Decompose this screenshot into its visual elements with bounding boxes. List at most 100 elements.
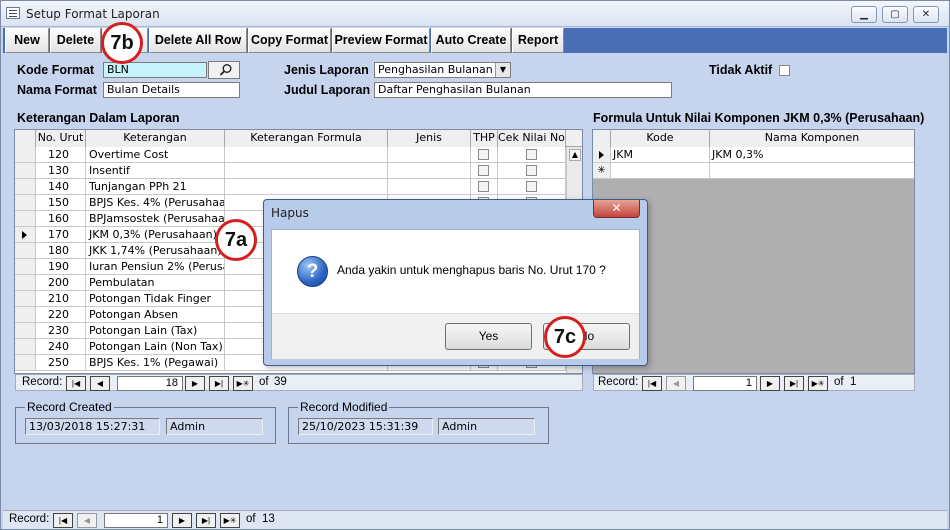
minimize-button[interactable]: ▁ [851, 6, 877, 23]
keterangan-cell[interactable]: Potongan Lain (Non Tax) [86, 339, 225, 355]
formula-row-selector[interactable] [593, 147, 611, 163]
cek-nilai-nol-checkbox[interactable] [526, 165, 537, 176]
row-selector[interactable] [15, 355, 36, 371]
cek-nilai-nol-cell[interactable] [498, 147, 566, 163]
yes-button[interactable]: Yes [445, 323, 532, 350]
prev-record-button[interactable]: ◀ [77, 513, 97, 528]
new-record-button[interactable]: ▶✳ [220, 513, 240, 528]
thp-checkbox[interactable] [478, 181, 489, 192]
no-urut-cell[interactable]: 230 [36, 323, 86, 339]
keterangan-cell[interactable]: Iuran Pensiun 2% (Perusaha [86, 259, 225, 275]
chevron-down-icon[interactable]: ▼ [495, 63, 510, 77]
tidak-aktif-checkbox[interactable] [779, 65, 790, 76]
first-record-button[interactable]: |◀ [66, 376, 86, 391]
cek-nilai-nol-cell[interactable] [498, 163, 566, 179]
row-selector[interactable] [15, 211, 36, 227]
close-button[interactable]: ✕ [913, 6, 939, 23]
nama-format-input[interactable]: Bulan Details [103, 82, 240, 98]
cek-nilai-nol-checkbox[interactable] [526, 181, 537, 192]
keterangan-cell[interactable]: BPJS Kes. 4% (Perusahaan [86, 195, 225, 211]
jenis-laporan-select[interactable]: Penghasilan Bulanan ▼ [374, 62, 511, 78]
keterangan-cell[interactable]: Potongan Absen [86, 307, 225, 323]
col-keterangan-formula[interactable]: Keterangan Formula [225, 130, 388, 147]
preview-format-button[interactable]: Preview Format [332, 28, 430, 53]
cek-nilai-nol-cell[interactable] [498, 179, 566, 195]
new-record-button[interactable]: ▶✳ [233, 376, 253, 391]
no-urut-cell[interactable]: 120 [36, 147, 86, 163]
jenis-cell[interactable] [388, 163, 471, 179]
jenis-cell[interactable] [388, 179, 471, 195]
formula-new-nama-cell[interactable] [710, 163, 914, 179]
formula-new-kode-cell[interactable] [611, 163, 710, 179]
col-thp[interactable]: THP [471, 130, 498, 147]
thp-checkbox[interactable] [478, 149, 489, 160]
next-record-button[interactable]: ▶ [172, 513, 192, 528]
no-urut-cell[interactable]: 210 [36, 291, 86, 307]
thp-cell[interactable] [471, 147, 498, 163]
jenis-cell[interactable] [388, 147, 471, 163]
row-selector[interactable] [15, 259, 36, 275]
keterangan-cell[interactable]: Overtime Cost [86, 147, 225, 163]
last-record-button[interactable]: ▶| [209, 376, 229, 391]
no-urut-cell[interactable]: 150 [36, 195, 86, 211]
next-record-button[interactable]: ▶ [185, 376, 205, 391]
keterangan-formula-cell[interactable] [225, 179, 388, 195]
no-urut-cell[interactable]: 140 [36, 179, 86, 195]
delete-all-row-button[interactable]: Delete All Row [149, 28, 247, 53]
current-record-input[interactable]: 18 [117, 376, 183, 391]
thp-cell[interactable] [471, 163, 498, 179]
no-urut-cell[interactable]: 170 [36, 227, 86, 243]
keterangan-cell[interactable]: JKK 1,74% (Perusahaan) [86, 243, 225, 259]
kode-format-input[interactable]: BLN [103, 62, 207, 78]
new-row-icon[interactable]: ✳ [593, 163, 611, 179]
keterangan-cell[interactable]: BPJamsostek (Perusahaan) [86, 211, 225, 227]
scroll-up-icon[interactable]: ▲ [569, 149, 581, 161]
no-urut-cell[interactable]: 130 [36, 163, 86, 179]
search-button[interactable] [208, 61, 240, 79]
no-urut-cell[interactable]: 160 [36, 211, 86, 227]
col-keterangan[interactable]: Keterangan [86, 130, 225, 147]
col-jenis[interactable]: Jenis [388, 130, 471, 147]
formula-nama-cell[interactable]: JKM 0,3% [710, 147, 914, 163]
row-selector[interactable] [15, 227, 36, 243]
maximize-button[interactable]: ▢ [882, 6, 908, 23]
first-record-button[interactable]: |◀ [642, 376, 662, 391]
auto-create-button[interactable]: Auto Create [431, 28, 511, 53]
no-urut-cell[interactable]: 180 [36, 243, 86, 259]
keterangan-cell[interactable]: BPJS Kes. 1% (Pegawai) [86, 355, 225, 371]
thp-checkbox[interactable] [478, 165, 489, 176]
new-button[interactable]: New [5, 28, 49, 53]
row-selector[interactable] [15, 291, 36, 307]
new-record-button[interactable]: ▶✳ [808, 376, 828, 391]
row-selector[interactable] [15, 147, 36, 163]
prev-record-button[interactable]: ◀ [90, 376, 110, 391]
dialog-close-button[interactable]: ✕ [593, 200, 640, 218]
keterangan-formula-cell[interactable] [225, 163, 388, 179]
row-selector[interactable] [15, 195, 36, 211]
col-nama-komponen[interactable]: Nama Komponen [710, 130, 914, 147]
row-selector[interactable] [15, 323, 36, 339]
keterangan-formula-cell[interactable] [225, 147, 388, 163]
current-record-input[interactable]: 1 [104, 513, 168, 528]
prev-record-button[interactable]: ◀ [666, 376, 686, 391]
first-record-button[interactable]: |◀ [53, 513, 73, 528]
row-selector[interactable] [15, 307, 36, 323]
keterangan-cell[interactable]: Potongan Tidak Finger [86, 291, 225, 307]
keterangan-cell[interactable]: Tunjangan PPh 21 [86, 179, 225, 195]
row-selector[interactable] [15, 163, 36, 179]
copy-format-button[interactable]: Copy Format [248, 28, 331, 53]
col-no-urut[interactable]: No. Urut [36, 130, 86, 147]
report-button[interactable]: Report [512, 28, 564, 53]
next-record-button[interactable]: ▶ [760, 376, 780, 391]
formula-kode-cell[interactable]: JKM [611, 147, 710, 163]
current-record-input[interactable]: 1 [693, 376, 757, 391]
row-selector[interactable] [15, 275, 36, 291]
col-kode[interactable]: Kode [611, 130, 710, 147]
keterangan-cell[interactable]: JKM 0,3% (Perusahaan) [86, 227, 225, 243]
thp-cell[interactable] [471, 179, 498, 195]
row-selector[interactable] [15, 179, 36, 195]
keterangan-cell[interactable]: Potongan Lain (Tax) [86, 323, 225, 339]
row-selector[interactable] [15, 243, 36, 259]
no-urut-cell[interactable]: 220 [36, 307, 86, 323]
col-cek-nilai-nol[interactable]: Cek Nilai Nol [498, 130, 566, 147]
